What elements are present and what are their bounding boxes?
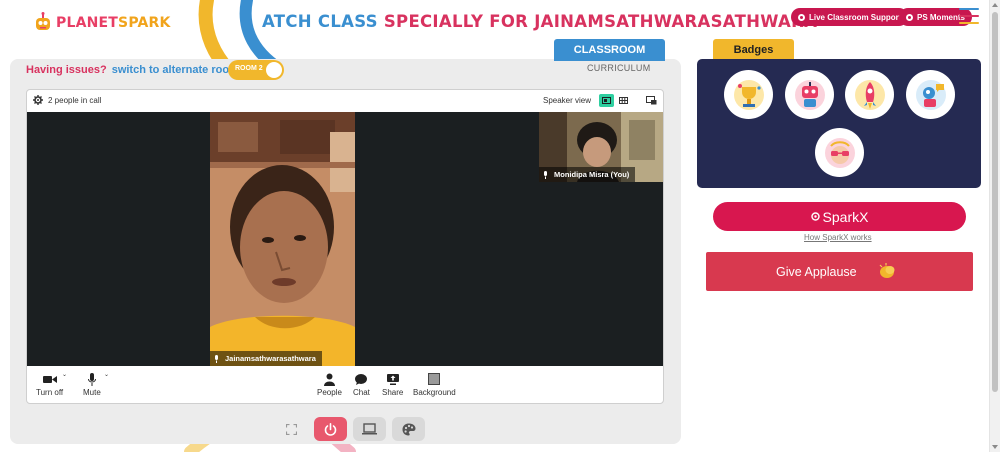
tab-curriculum[interactable]: CURRICULUM [587,63,651,73]
chat-label: Chat [353,388,370,397]
how-sparkx-works-link[interactable]: How SparkX works [804,233,872,242]
live-classroom-support-button[interactable]: Live Classroom Support [791,8,909,26]
planetspark-logo[interactable]: PLANETSPARK [34,12,171,34]
speaker-badge-icon[interactable] [906,70,955,119]
issue-row: Having issues? switch to alternate room [26,64,239,76]
laptop-icon [362,423,377,435]
chat-icon [355,373,368,385]
mute-button[interactable]: Mute [83,372,101,397]
microphone-icon [87,372,96,386]
fullscreen-icon [286,423,297,435]
scroll-down-arrow-icon[interactable] [992,445,998,449]
background-button[interactable]: Background [413,372,456,397]
video-call-frame: 2 people in call Speaker view Jainamsath… [26,89,664,404]
people-label: People [317,388,342,397]
palette-icon [402,423,415,435]
give-applause-label: Give Applause [776,265,857,279]
headline-part-1: ATCH CLASS [262,12,378,31]
logo-text-planet: PLANET [56,15,119,31]
person-icon [323,373,335,386]
screen-button[interactable] [353,417,386,441]
share-button[interactable]: Share [382,372,403,397]
grid-layout-icon [619,97,628,104]
page-scrollbar[interactable] [989,0,1000,452]
speaker-layout-icon [602,97,611,104]
rocket-badge-icon[interactable] [845,70,894,119]
gear-icon[interactable] [33,95,43,105]
sparkx-button[interactable]: SparkX [713,202,966,231]
main-participant-nametag: Jainamsathwarasathwara [210,351,322,366]
picture-in-picture-icon [646,96,657,105]
whiteboard-palette-button[interactable] [392,417,425,441]
badges-panel [697,59,981,188]
ps-moments-label: PS Moments [917,12,966,22]
headline-part-2: SPECIALLY FOR JAINAMSATHWARASATHWARA [377,12,818,31]
power-icon [324,422,337,436]
self-participant-nametag: Monidipa Misra (You) [539,167,636,182]
background-icon [428,373,441,385]
ps-moments-dot-icon [906,13,913,21]
people-in-call-count: 2 people in call [48,96,102,105]
grid-view-button[interactable] [616,94,631,107]
room-toggle[interactable]: ROOM 2 [228,60,284,80]
call-top-bar: 2 people in call Speaker view [27,90,663,112]
scroll-thumb[interactable] [992,12,998,392]
camera-toggle-button[interactable]: Turn off [36,372,63,397]
hamburger-menu-icon[interactable] [959,8,979,24]
screen-share-icon [386,373,399,385]
switch-room-link[interactable]: switch to alternate room [112,64,239,76]
give-applause-button[interactable]: Give Applause [706,252,973,291]
planetspark-mascot-icon [36,12,50,30]
fullscreen-button[interactable] [275,417,308,441]
room-toggle-label: ROOM 2 [235,65,263,72]
main-participant-video[interactable] [210,112,355,366]
microphone-icon [215,354,218,363]
support-dot-icon [798,13,805,21]
live-class-page: PLANETSPARK ATCH CLASS SPECIALLY FOR JAI… [0,0,1000,452]
mute-label: Mute [83,388,101,397]
people-button[interactable]: People [317,372,342,397]
video-stage: Jainamsathwarasathwara Monidipa Misra (Y… [27,112,663,366]
call-controls: Turn off ⌄ Mute ⌄ People Chat Share Back… [27,366,663,403]
having-issues-label: Having issues? [26,64,107,76]
self-participant-name: Monidipa Misra (You) [554,170,630,179]
tab-classroom[interactable]: CLASSROOM [554,39,665,61]
camera-icon [42,375,57,383]
trophy-badge-icon[interactable] [724,70,773,119]
live-classroom-support-label: Live Classroom Support [809,12,902,22]
camera-toggle-label: Turn off [36,388,64,397]
logo-text: PLANETSPARK [56,15,171,31]
background-label: Background [413,388,456,397]
robot-badge-icon[interactable] [785,70,834,119]
camera-options-chevron-icon[interactable]: ⌄ [62,371,67,378]
share-label: Share [382,388,404,397]
clapping-hands-icon [879,263,895,278]
tab-badges[interactable]: Badges [713,39,794,61]
main-participant-name: Jainamsathwarasathwara [225,354,316,363]
logo-text-spark: SPARK [118,15,171,31]
sparkx-label: SparkX [822,208,869,225]
speaker-view-button[interactable] [599,94,614,107]
classroom-tools-bar [275,417,425,441]
room-toggle-knob [266,62,282,78]
speaker-view-label: Speaker view [543,96,592,105]
page-headline: ATCH CLASS SPECIALLY FOR JAINAMSATHWARAS… [262,12,817,31]
glasses-badge-icon[interactable] [815,128,864,177]
scroll-up-arrow-icon[interactable] [992,3,998,7]
microphone-icon [544,170,547,179]
popout-button[interactable] [644,94,659,107]
mic-options-chevron-icon[interactable]: ⌄ [104,371,109,378]
chat-button[interactable]: Chat [353,372,370,397]
end-class-button[interactable] [314,417,347,441]
sparkx-star-icon [810,212,820,221]
